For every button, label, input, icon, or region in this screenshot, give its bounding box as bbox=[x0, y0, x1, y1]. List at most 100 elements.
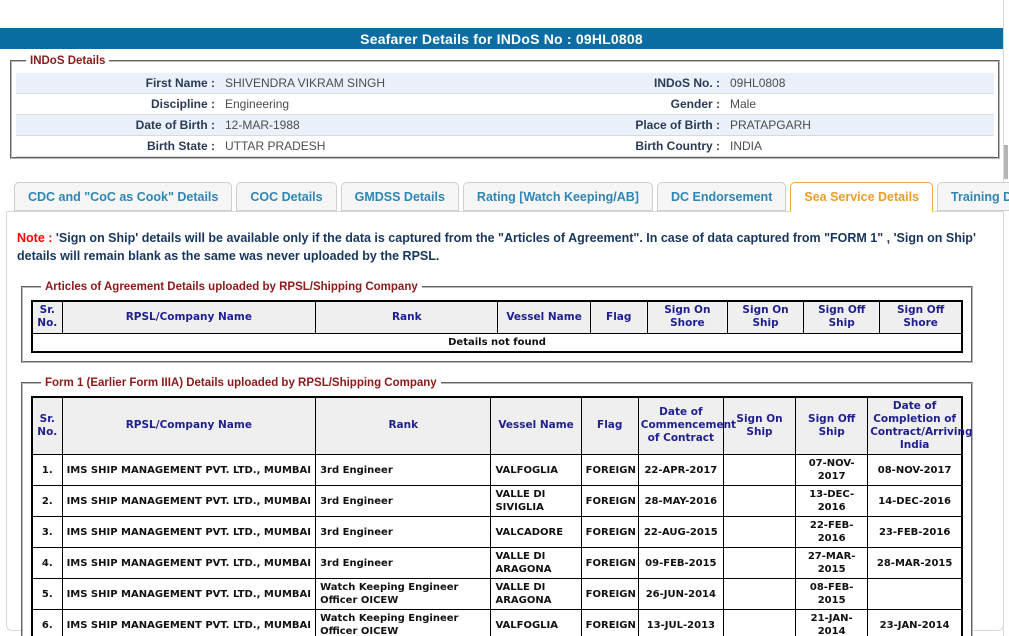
column-header: Flag bbox=[581, 397, 638, 455]
table-cell: 4. bbox=[32, 548, 62, 579]
table-cell: 23-JAN-2014 bbox=[868, 610, 962, 636]
sea-service-record-row: 1.IMS SHIP MANAGEMENT PVT. LTD., MUMBAI3… bbox=[32, 455, 962, 486]
sign-on-ship-note: Note : 'Sign on Ship' details will be av… bbox=[7, 212, 1003, 265]
indos-field-value: UTTAR PRADESH bbox=[221, 139, 521, 153]
page-title-bar: Seafarer Details for INDoS No : 09HL0808 bbox=[0, 28, 1003, 49]
table-cell: IMS SHIP MANAGEMENT PVT. LTD., MUMBAI bbox=[62, 455, 316, 486]
table-cell: 13-JUL-2013 bbox=[638, 610, 723, 636]
empty-row: Details not found bbox=[32, 333, 962, 352]
table-cell: 09-FEB-2015 bbox=[638, 548, 723, 579]
table-cell: VALFOGLIA bbox=[491, 455, 581, 486]
sea-service-record-row: 5.IMS SHIP MANAGEMENT PVT. LTD., MUMBAIW… bbox=[32, 579, 962, 610]
articles-of-agreement-fieldset: Articles of Agreement Details uploaded b… bbox=[21, 281, 973, 362]
indos-field-value: Engineering bbox=[221, 97, 521, 111]
sea-service-record-row: 6.IMS SHIP MANAGEMENT PVT. LTD., MUMBAIW… bbox=[32, 610, 962, 636]
indos-details-fieldset: INDoS Details First Name :SHIVENDRA VIKR… bbox=[10, 55, 1000, 159]
table-cell: 22-APR-2017 bbox=[638, 455, 723, 486]
indos-field-value: 12-MAR-1988 bbox=[221, 118, 521, 132]
indos-field-label: Birth State : bbox=[16, 139, 221, 153]
articles-of-agreement-legend: Articles of Agreement Details uploaded b… bbox=[41, 281, 422, 293]
sea-service-record-row: 2.IMS SHIP MANAGEMENT PVT. LTD., MUMBAI3… bbox=[32, 486, 962, 517]
table-cell: 28-MAR-2015 bbox=[868, 548, 962, 579]
tab-gmdss-details[interactable]: GMDSS Details bbox=[341, 182, 459, 211]
indos-field-value: PRATAPGARH bbox=[726, 118, 994, 132]
note-prefix: Note : bbox=[17, 231, 52, 245]
tab-training-details[interactable]: Training Details bbox=[937, 182, 1009, 211]
table-cell bbox=[723, 455, 795, 486]
table-cell: 27-MAR-2015 bbox=[796, 548, 868, 579]
column-header: Sign Off Ship bbox=[804, 301, 880, 333]
column-header: Vessel Name bbox=[491, 397, 581, 455]
indos-field-value: Male bbox=[726, 97, 994, 111]
tab-bar: CDC and "CoC as Cook" DetailsCOC Details… bbox=[6, 182, 1004, 211]
table-cell: 28-MAY-2016 bbox=[638, 486, 723, 517]
table-cell: Watch Keeping Engineer Officer OICEW bbox=[316, 610, 491, 636]
sea-service-tab-panel: Note : 'Sign on Ship' details will be av… bbox=[6, 211, 1004, 631]
table-cell: 3rd Engineer bbox=[316, 455, 491, 486]
indos-field-value: 09HL0808 bbox=[726, 76, 994, 90]
table-cell: FOREIGN bbox=[581, 610, 638, 636]
table-cell: 3rd Engineer bbox=[316, 486, 491, 517]
table-cell: FOREIGN bbox=[581, 517, 638, 548]
table-cell bbox=[723, 610, 795, 636]
column-header: Sign Off Shore bbox=[880, 301, 962, 333]
table-cell: VALFOGLIA bbox=[491, 610, 581, 636]
table-cell bbox=[723, 548, 795, 579]
table-cell: VALLE DI ARAGONA bbox=[491, 579, 581, 610]
table-cell: IMS SHIP MANAGEMENT PVT. LTD., MUMBAI bbox=[62, 610, 316, 636]
table-cell: 14-DEC-2016 bbox=[868, 486, 962, 517]
table-header-row: Sr. No.RPSL/Company NameRankVessel NameF… bbox=[32, 301, 962, 333]
indos-field-label: Place of Birth : bbox=[521, 118, 726, 132]
tab-rating-watch-keeping-ab[interactable]: Rating [Watch Keeping/AB] bbox=[463, 182, 653, 211]
table-cell: 13-DEC-2016 bbox=[796, 486, 868, 517]
column-header: Flag bbox=[590, 301, 647, 333]
table-header-row: Sr. No.RPSL/Company NameRankVessel NameF… bbox=[32, 397, 962, 455]
note-text: 'Sign on Ship' details will be available… bbox=[17, 231, 976, 263]
indos-detail-row: First Name :SHIVENDRA VIKRAM SINGHINDoS … bbox=[16, 73, 994, 94]
table-cell: 08-FEB-2015 bbox=[796, 579, 868, 610]
vertical-scrollbar-thumb[interactable] bbox=[1004, 145, 1008, 179]
column-header: Date of Commencement of Contract bbox=[638, 397, 723, 455]
column-header: RPSL/Company Name bbox=[62, 397, 316, 455]
indos-detail-row: Birth State :UTTAR PRADESHBirth Country … bbox=[16, 136, 994, 157]
page-title: Seafarer Details for INDoS No : 09HL0808 bbox=[360, 31, 643, 47]
indos-field-label: Date of Birth : bbox=[16, 118, 221, 132]
column-header: RPSL/Company Name bbox=[62, 301, 316, 333]
indos-details-rows: First Name :SHIVENDRA VIKRAM SINGHINDoS … bbox=[16, 73, 994, 157]
table-cell: VALCADORE bbox=[491, 517, 581, 548]
tab-sea-service-details[interactable]: Sea Service Details bbox=[790, 182, 933, 212]
table-cell: IMS SHIP MANAGEMENT PVT. LTD., MUMBAI bbox=[62, 579, 316, 610]
tab-coc-details[interactable]: COC Details bbox=[236, 182, 336, 211]
table-cell: VALLE DI SIVIGLIA bbox=[491, 486, 581, 517]
column-header: Sign On Shore bbox=[647, 301, 727, 333]
sea-service-record-row: 4.IMS SHIP MANAGEMENT PVT. LTD., MUMBAI3… bbox=[32, 548, 962, 579]
table-cell: 23-FEB-2016 bbox=[868, 517, 962, 548]
indos-field-label: Gender : bbox=[521, 97, 726, 111]
table-cell: 3rd Engineer bbox=[316, 517, 491, 548]
table-cell bbox=[868, 579, 962, 610]
table-cell: 1. bbox=[32, 455, 62, 486]
indos-details-legend: INDoS Details bbox=[26, 55, 109, 67]
tab-cdc-coc-as-cook-details[interactable]: CDC and "CoC as Cook" Details bbox=[14, 182, 232, 211]
indos-field-value: SHIVENDRA VIKRAM SINGH bbox=[221, 76, 521, 90]
column-header: Sign Off Ship bbox=[796, 397, 868, 455]
indos-field-label: Discipline : bbox=[16, 97, 221, 111]
table-cell: IMS SHIP MANAGEMENT PVT. LTD., MUMBAI bbox=[62, 517, 316, 548]
column-header: Vessel Name bbox=[498, 301, 590, 333]
table-cell: 26-JUN-2014 bbox=[638, 579, 723, 610]
table-cell: 6. bbox=[32, 610, 62, 636]
table-cell: 07-NOV-2017 bbox=[796, 455, 868, 486]
table-cell: 5. bbox=[32, 579, 62, 610]
table-cell: FOREIGN bbox=[581, 486, 638, 517]
form1-details-legend: Form 1 (Earlier Form IIIA) Details uploa… bbox=[41, 377, 441, 389]
table-cell: 08-NOV-2017 bbox=[868, 455, 962, 486]
table-cell: 2. bbox=[32, 486, 62, 517]
table-cell bbox=[723, 517, 795, 548]
indos-detail-row: Date of Birth :12-MAR-1988Place of Birth… bbox=[16, 115, 994, 136]
column-header: Rank bbox=[316, 301, 498, 333]
tab-dc-endorsement[interactable]: DC Endorsement bbox=[657, 182, 786, 211]
table-cell: VALLE DI ARAGONA bbox=[491, 548, 581, 579]
indos-field-label: First Name : bbox=[16, 76, 221, 90]
form1-details-fieldset: Form 1 (Earlier Form IIIA) Details uploa… bbox=[21, 377, 973, 636]
table-cell: 22-FEB-2016 bbox=[796, 517, 868, 548]
